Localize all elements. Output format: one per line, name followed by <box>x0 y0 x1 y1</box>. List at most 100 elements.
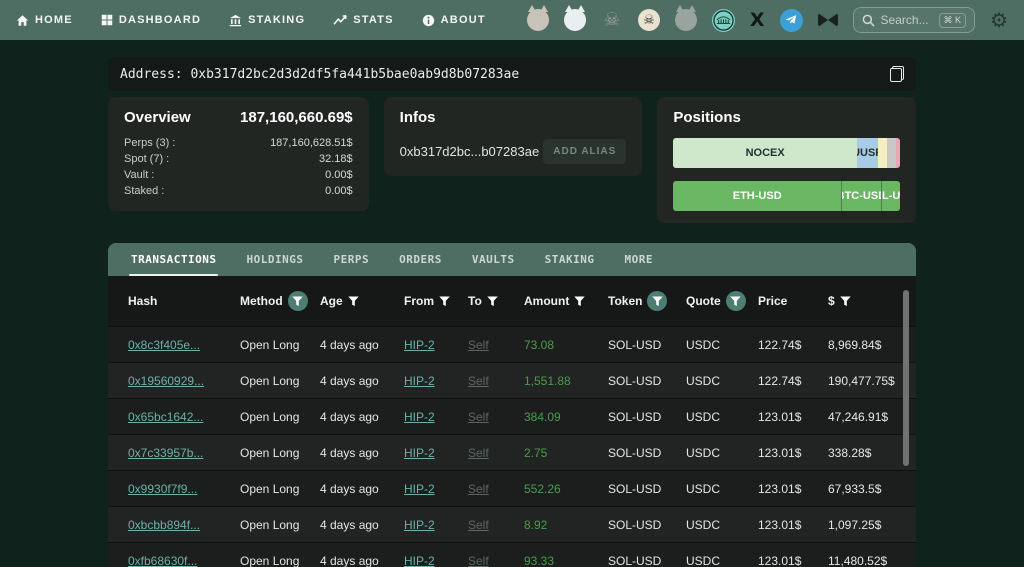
table-scrollbar[interactable] <box>903 290 909 466</box>
position-segment[interactable] <box>896 138 900 168</box>
position-segment[interactable]: SOL-USD <box>880 181 900 211</box>
filter-icon-age[interactable] <box>347 295 359 307</box>
from-link[interactable]: HIP-2 <box>404 554 435 567</box>
from-link[interactable]: HIP-2 <box>404 518 435 532</box>
position-segment[interactable] <box>887 138 897 168</box>
nav-item-home[interactable]: HOME <box>16 14 73 27</box>
hash-link[interactable]: 0x19560929... <box>128 374 204 388</box>
column-label: From <box>404 294 434 308</box>
from-link[interactable]: HIP-2 <box>404 410 435 424</box>
filter-icon-from[interactable] <box>439 295 450 307</box>
table-row: 0xbcbb894f... Open Long 4 days ago HIP-2 Sel… <box>108 506 916 542</box>
position-segment[interactable]: BTC-USD <box>841 181 881 211</box>
filter-icon-usd[interactable] <box>839 295 851 307</box>
cat-avatar-icon[interactable] <box>526 5 549 31</box>
position-segment[interactable]: ETH-USD <box>673 181 842 211</box>
age-value: 4 days ago <box>320 481 379 496</box>
nav-item-stats[interactable]: STATS <box>333 14 393 26</box>
amount-value: 8.92 <box>524 517 548 532</box>
nav-item-about[interactable]: ABOUT <box>422 14 486 27</box>
overview-row-label: Staked : <box>124 185 165 197</box>
column-label: $ <box>828 294 835 308</box>
token-cell: SOL-USD <box>608 518 686 532</box>
column-header-to: To <box>468 294 524 308</box>
from-link[interactable]: HIP-2 <box>404 482 435 496</box>
robot-cat-avatar-icon[interactable] <box>674 5 697 31</box>
x-twitter-icon[interactable]: X <box>750 10 765 30</box>
to-link[interactable]: Self <box>468 554 489 567</box>
tab-perps[interactable]: PERPS <box>318 243 384 276</box>
to-link[interactable]: Self <box>468 374 489 388</box>
to-cell: Self <box>468 338 524 352</box>
hash-link[interactable]: 0xfb68630f... <box>128 554 197 567</box>
age-value: 4 days ago <box>320 373 379 388</box>
quote-value: USDC <box>686 409 721 424</box>
quote-cell: USDC <box>686 554 758 567</box>
column-label: Token <box>608 294 643 308</box>
tab-vaults[interactable]: VAULTS <box>457 243 530 276</box>
filter-icon-amount[interactable] <box>574 295 586 307</box>
filter-icon-to[interactable] <box>487 295 498 307</box>
hash-link[interactable]: 0x9930f7f9... <box>128 482 197 496</box>
bowtie-logo-icon[interactable] <box>817 13 838 27</box>
filter-icon-quote[interactable] <box>725 291 746 311</box>
to-link[interactable]: Self <box>468 410 489 424</box>
to-link[interactable]: Self <box>468 518 489 532</box>
nav-item-dashboard[interactable]: DASHBOARD <box>101 14 201 26</box>
white-cat-avatar-icon[interactable] <box>563 5 586 31</box>
hash-link[interactable]: 0xbcbb894f... <box>128 518 200 532</box>
quote-value: USDC <box>686 337 721 352</box>
price-value: 123.01$ <box>758 409 802 424</box>
hash-link[interactable]: 0x65bc1642... <box>128 410 203 424</box>
tab-transactions[interactable]: TRANSACTIONS <box>116 243 231 276</box>
tab-orders[interactable]: ORDERS <box>384 243 457 276</box>
overview-row-value: 187,160,628.51$ <box>270 137 353 149</box>
nav-item-label: HOME <box>35 14 73 26</box>
nav-item-staking[interactable]: STAKING <box>229 14 305 27</box>
to-link[interactable]: Self <box>468 338 489 352</box>
amount-cell: 93.33 <box>524 554 608 567</box>
from-link[interactable]: HIP-2 <box>404 446 435 460</box>
from-link[interactable]: HIP-2 <box>404 338 435 352</box>
bridge-icon[interactable] <box>711 8 735 32</box>
hash-link[interactable]: 0x8c3f405e... <box>128 338 200 352</box>
from-link[interactable]: HIP-2 <box>404 374 435 388</box>
tab-more[interactable]: MORE <box>609 243 668 276</box>
column-header-age: Age <box>320 294 404 308</box>
usd-value: 190,477.75$ <box>828 373 895 388</box>
hash-link[interactable]: 0x7c33957b... <box>128 446 203 460</box>
to-link[interactable]: Self <box>468 482 489 496</box>
search-box[interactable]: ⌘ K <box>852 7 976 33</box>
overview-rows: Perps (3) : 187,160,628.51$ Spot (7) : 32.1… <box>124 135 353 199</box>
filter-icon-method[interactable] <box>287 291 308 311</box>
overview-card: Overview 187,160,660.69$ Perps (3) : 187,… <box>108 97 369 211</box>
position-segment[interactable] <box>877 138 888 168</box>
to-link[interactable]: Self <box>468 446 489 460</box>
filter-icon-token[interactable] <box>647 291 668 311</box>
quote-value: USDC <box>686 553 721 567</box>
price-cell: 123.01$ <box>758 482 828 496</box>
telegram-icon[interactable] <box>779 8 803 32</box>
copy-address-icon[interactable] <box>890 66 904 82</box>
price-cell: 123.01$ <box>758 446 828 460</box>
skull-avatar-icon[interactable]: ☠ <box>601 9 623 31</box>
tab-staking[interactable]: STAKING <box>530 243 610 276</box>
usd-cell: 11,480.52$ <box>828 554 896 567</box>
table-row: 0x9930f7f9... Open Long 4 days ago HIP-2 Sel… <box>108 470 916 506</box>
table-row: 0xfb68630f... Open Long 4 days ago HIP-2 Sel… <box>108 542 916 567</box>
skull-badge-avatar-icon[interactable]: ☠ <box>637 9 660 31</box>
add-alias-button[interactable]: ADD ALIAS <box>543 139 627 164</box>
price-value: 122.74$ <box>758 337 802 352</box>
search-input[interactable] <box>880 13 933 27</box>
nav-menu: HOME DASHBOARD STAKING STATS ABOUT <box>16 14 486 27</box>
tab-holdings[interactable]: HOLDINGS <box>231 243 318 276</box>
hash-cell: 0xfb68630f... <box>128 554 240 567</box>
hash-cell: 0xbcbb894f... <box>128 518 240 532</box>
main-content: Address: 0xb317d2bc2d3d2df5fa441b5bae0ab… <box>108 40 916 567</box>
search-icon <box>862 14 875 27</box>
amount-value: 384.09 <box>524 409 561 424</box>
position-segment[interactable]: NOCEX <box>673 138 857 168</box>
position-segment[interactable]: UUSP <box>856 138 878 168</box>
settings-gear-icon[interactable]: ⚙ <box>990 10 1008 30</box>
hash-cell: 0x8c3f405e... <box>128 338 240 352</box>
